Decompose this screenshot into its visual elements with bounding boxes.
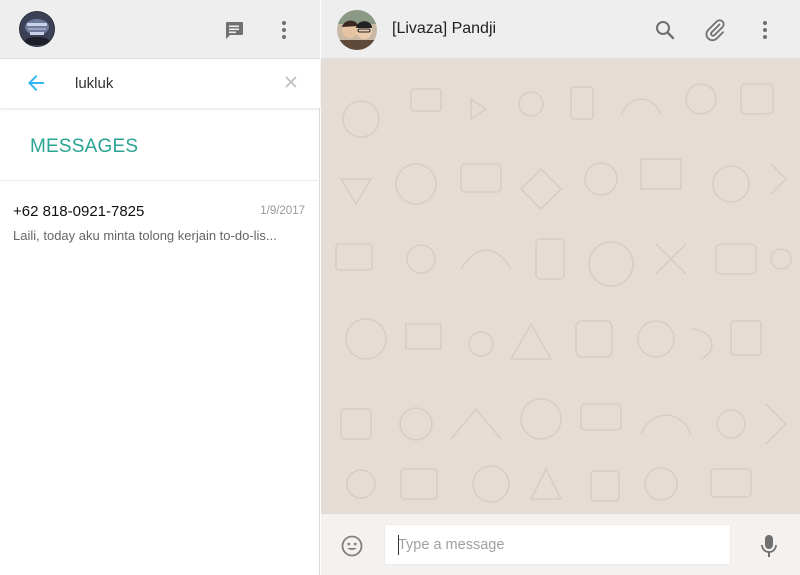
- chat-panel: [Livaza] Pandji: [321, 0, 800, 575]
- arrow-left-icon[interactable]: [24, 71, 48, 95]
- profile-avatar[interactable]: [19, 11, 55, 47]
- section-heading-messages: MESSAGES: [30, 136, 139, 157]
- contact-avatar[interactable]: [337, 10, 377, 50]
- message-box: [384, 524, 731, 565]
- sidebar-header: [0, 0, 320, 59]
- result-title: +62 818-0921-7825: [13, 203, 145, 220]
- smiley-icon[interactable]: [340, 534, 364, 558]
- close-icon[interactable]: [283, 74, 299, 90]
- menu-dots-icon[interactable]: [753, 18, 777, 42]
- result-date: 1/9/2017: [260, 205, 305, 217]
- message-input[interactable]: [398, 535, 718, 555]
- contact-name[interactable]: [Livaza] Pandji: [392, 20, 496, 38]
- paperclip-icon[interactable]: [703, 18, 727, 42]
- text-caret: [398, 535, 399, 555]
- message-composer: [321, 513, 800, 575]
- new-chat-icon[interactable]: [222, 18, 246, 42]
- search-bar: [0, 59, 320, 108]
- chat-header: [Livaza] Pandji: [321, 0, 800, 59]
- chat-background: [321, 59, 800, 513]
- search-input[interactable]: [75, 71, 275, 95]
- menu-dots-icon[interactable]: [272, 18, 296, 42]
- sidebar: MESSAGES +62 818-0921-7825 1/9/2017 Lail…: [0, 0, 320, 575]
- search-icon[interactable]: [653, 18, 677, 42]
- microphone-icon[interactable]: [757, 533, 781, 559]
- result-snippet: Laili, today aku minta tolong kerjain to…: [13, 228, 277, 243]
- search-result-item[interactable]: +62 818-0921-7825 1/9/2017 Laili, today …: [0, 181, 320, 253]
